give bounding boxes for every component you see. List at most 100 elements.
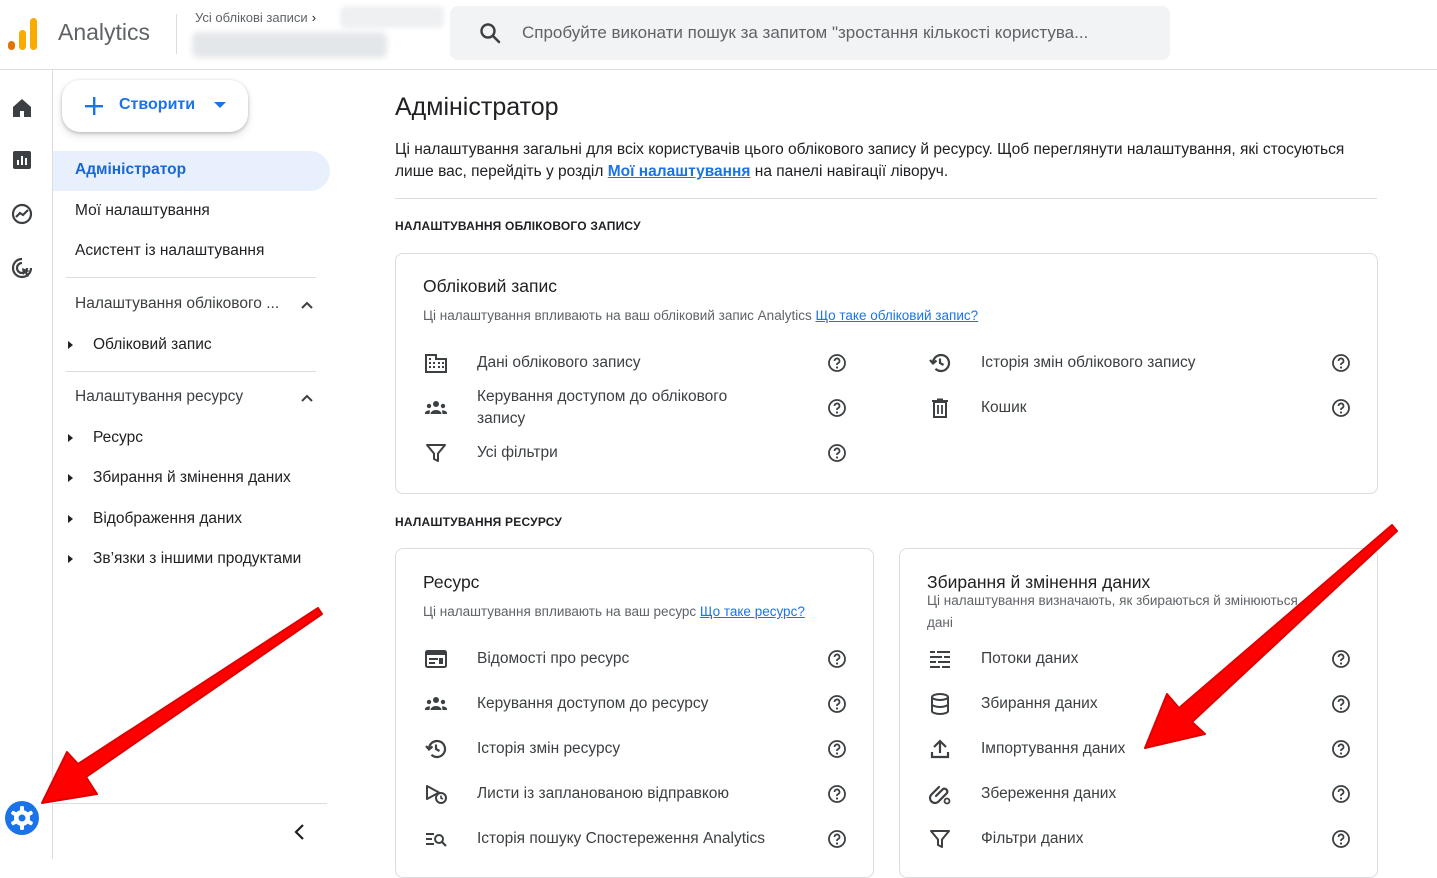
account-card-title: Обліковий запис <box>423 276 558 296</box>
sidebar-item-product-links[interactable]: Зв’язки з іншими продуктами <box>93 550 301 568</box>
trash-icon <box>932 398 948 418</box>
data-collection-card: Збирання й змінення даних Ці налаштуванн… <box>899 548 1378 878</box>
sidebar-item-data-collection[interactable]: Збирання й змінення даних <box>93 469 291 487</box>
app-name[interactable]: Analytics <box>58 19 150 46</box>
building-icon <box>425 354 447 373</box>
sidebar-section-account-settings[interactable]: Налаштування облікового ... <box>75 295 279 313</box>
data-card-desc: Ці налаштування визначають, як збираютьс… <box>927 593 1298 630</box>
property-card: Ресурс Ці налаштування впливають на ваш … <box>395 548 874 878</box>
sidebar-item-property[interactable]: Ресурс <box>93 429 143 447</box>
desc-text: на панелі навігації ліворуч. <box>750 163 949 180</box>
group-icon <box>424 401 448 414</box>
sidebar-section-property-settings[interactable]: Налаштування ресурсу <box>75 388 243 406</box>
property-card-desc: Ці налаштування впливають на ваш ресурс … <box>423 601 805 623</box>
what-is-account-link[interactable]: Що таке обліковий запис? <box>815 308 978 323</box>
main-divider <box>395 198 1377 199</box>
collapse-sidebar-icon[interactable] <box>290 822 310 842</box>
account-details-link[interactable]: Дані облікового запису <box>477 352 641 374</box>
explore-icon[interactable] <box>10 202 34 226</box>
help-icon[interactable] <box>827 694 847 714</box>
page-title: Адміністратор <box>395 93 559 121</box>
account-access-link[interactable]: Керування доступом до облікового запису <box>477 386 777 430</box>
scheduled-send-icon <box>426 785 447 804</box>
expand-arrow-icon <box>68 555 73 563</box>
sidebar-item-account[interactable]: Обліковий запис <box>93 336 212 354</box>
all-filters-link[interactable]: Усі фільтри <box>477 442 558 464</box>
help-icon[interactable] <box>1331 353 1351 373</box>
top-bar: Analytics Усі облікові записи › Спробуйте… <box>0 0 1437 70</box>
sidebar-item-setup-assistant[interactable]: Асистент із налаштування <box>75 242 264 260</box>
header-divider <box>176 14 177 54</box>
caret-down-icon <box>214 102 226 108</box>
advertising-icon[interactable] <box>10 256 34 280</box>
data-streams-link[interactable]: Потоки даних <box>981 648 1078 670</box>
search-bar[interactable]: Спробуйте виконати пошук за запитом "зро… <box>450 6 1170 60</box>
account-history-link[interactable]: Історія змін облікового запису <box>981 352 1196 374</box>
group-icon <box>424 697 448 710</box>
gear-icon[interactable] <box>4 800 40 836</box>
expand-arrow-icon <box>68 434 73 442</box>
create-button[interactable]: Створити <box>62 80 248 132</box>
red-arrow-to-gear <box>41 607 323 804</box>
history-icon <box>929 353 951 373</box>
database-icon <box>931 693 949 715</box>
what-is-property-link[interactable]: Що таке ресурс? <box>700 604 805 619</box>
help-icon[interactable] <box>1331 784 1351 804</box>
home-icon[interactable] <box>10 96 34 120</box>
create-label: Створити <box>119 96 196 113</box>
data-import-link[interactable]: Імпортування даних <box>981 738 1125 760</box>
chevron-up-icon[interactable] <box>299 390 315 406</box>
help-icon[interactable] <box>827 353 847 373</box>
search-icon <box>480 23 501 44</box>
sidebar-item-data-display[interactable]: Відображення даних <box>93 510 242 528</box>
help-icon[interactable] <box>1331 694 1351 714</box>
plus-icon <box>85 97 103 115</box>
help-icon[interactable] <box>1331 649 1351 669</box>
nav-rail <box>0 70 53 859</box>
account-card-desc: Ці налаштування впливають на ваш обліков… <box>423 305 978 327</box>
filter-icon <box>930 830 950 848</box>
blurred-property-name[interactable] <box>192 32 387 58</box>
attachment-icon <box>928 785 951 805</box>
account-breadcrumb[interactable]: Усі облікові записи › <box>195 10 316 25</box>
breadcrumb-label: Усі облікові записи <box>195 10 308 25</box>
help-icon[interactable] <box>827 398 847 418</box>
chevron-right-icon: › <box>311 10 317 25</box>
property-details-icon <box>425 650 447 668</box>
sidebar-item-my-settings[interactable]: Мої налаштування <box>75 202 210 220</box>
property-card-title: Ресурс <box>423 572 480 592</box>
help-icon[interactable] <box>1331 829 1351 849</box>
analytics-logo-icon[interactable] <box>8 16 40 50</box>
data-streams-icon <box>930 651 950 668</box>
help-icon[interactable] <box>1331 739 1351 759</box>
property-history-link[interactable]: Історія змін ресурсу <box>477 738 620 760</box>
search-history-icon <box>426 833 447 847</box>
property-details-link[interactable]: Відомості про ресурс <box>477 648 629 670</box>
property-access-link[interactable]: Керування доступом до ресурсу <box>477 693 708 715</box>
data-filters-link[interactable]: Фільтри даних <box>981 828 1083 850</box>
data-retention-link[interactable]: Збереження даних <box>981 783 1116 805</box>
sidebar-footer-divider <box>53 803 327 804</box>
my-settings-link[interactable]: Мої налаштування <box>608 163 751 180</box>
chevron-up-icon[interactable] <box>299 297 315 313</box>
help-icon[interactable] <box>827 829 847 849</box>
reports-icon[interactable] <box>10 148 34 172</box>
help-icon[interactable] <box>827 784 847 804</box>
help-icon[interactable] <box>827 443 847 463</box>
search-history-link[interactable]: Історія пошуку Спостереження Analytics <box>477 828 765 850</box>
page-description: Ці налаштування загальні для всіх корист… <box>395 139 1355 183</box>
help-icon[interactable] <box>827 649 847 669</box>
filter-icon <box>426 444 446 462</box>
expand-arrow-icon <box>68 474 73 482</box>
help-icon[interactable] <box>1331 398 1351 418</box>
history-icon <box>425 739 447 759</box>
trash-link[interactable]: Кошик <box>981 397 1027 419</box>
data-collection-link[interactable]: Збирання даних <box>981 693 1098 715</box>
property-settings-heading: НАЛАШТУВАННЯ РЕСУРСУ <box>395 515 563 529</box>
help-icon[interactable] <box>827 739 847 759</box>
upload-icon <box>930 739 950 759</box>
scheduled-emails-link[interactable]: Листи із запланованою відправкою <box>477 783 729 805</box>
sidebar-divider <box>66 277 316 278</box>
search-placeholder: Спробуйте виконати пошук за запитом "зро… <box>522 23 1089 42</box>
sidebar-item-admin[interactable]: Адміністратор <box>75 161 186 179</box>
